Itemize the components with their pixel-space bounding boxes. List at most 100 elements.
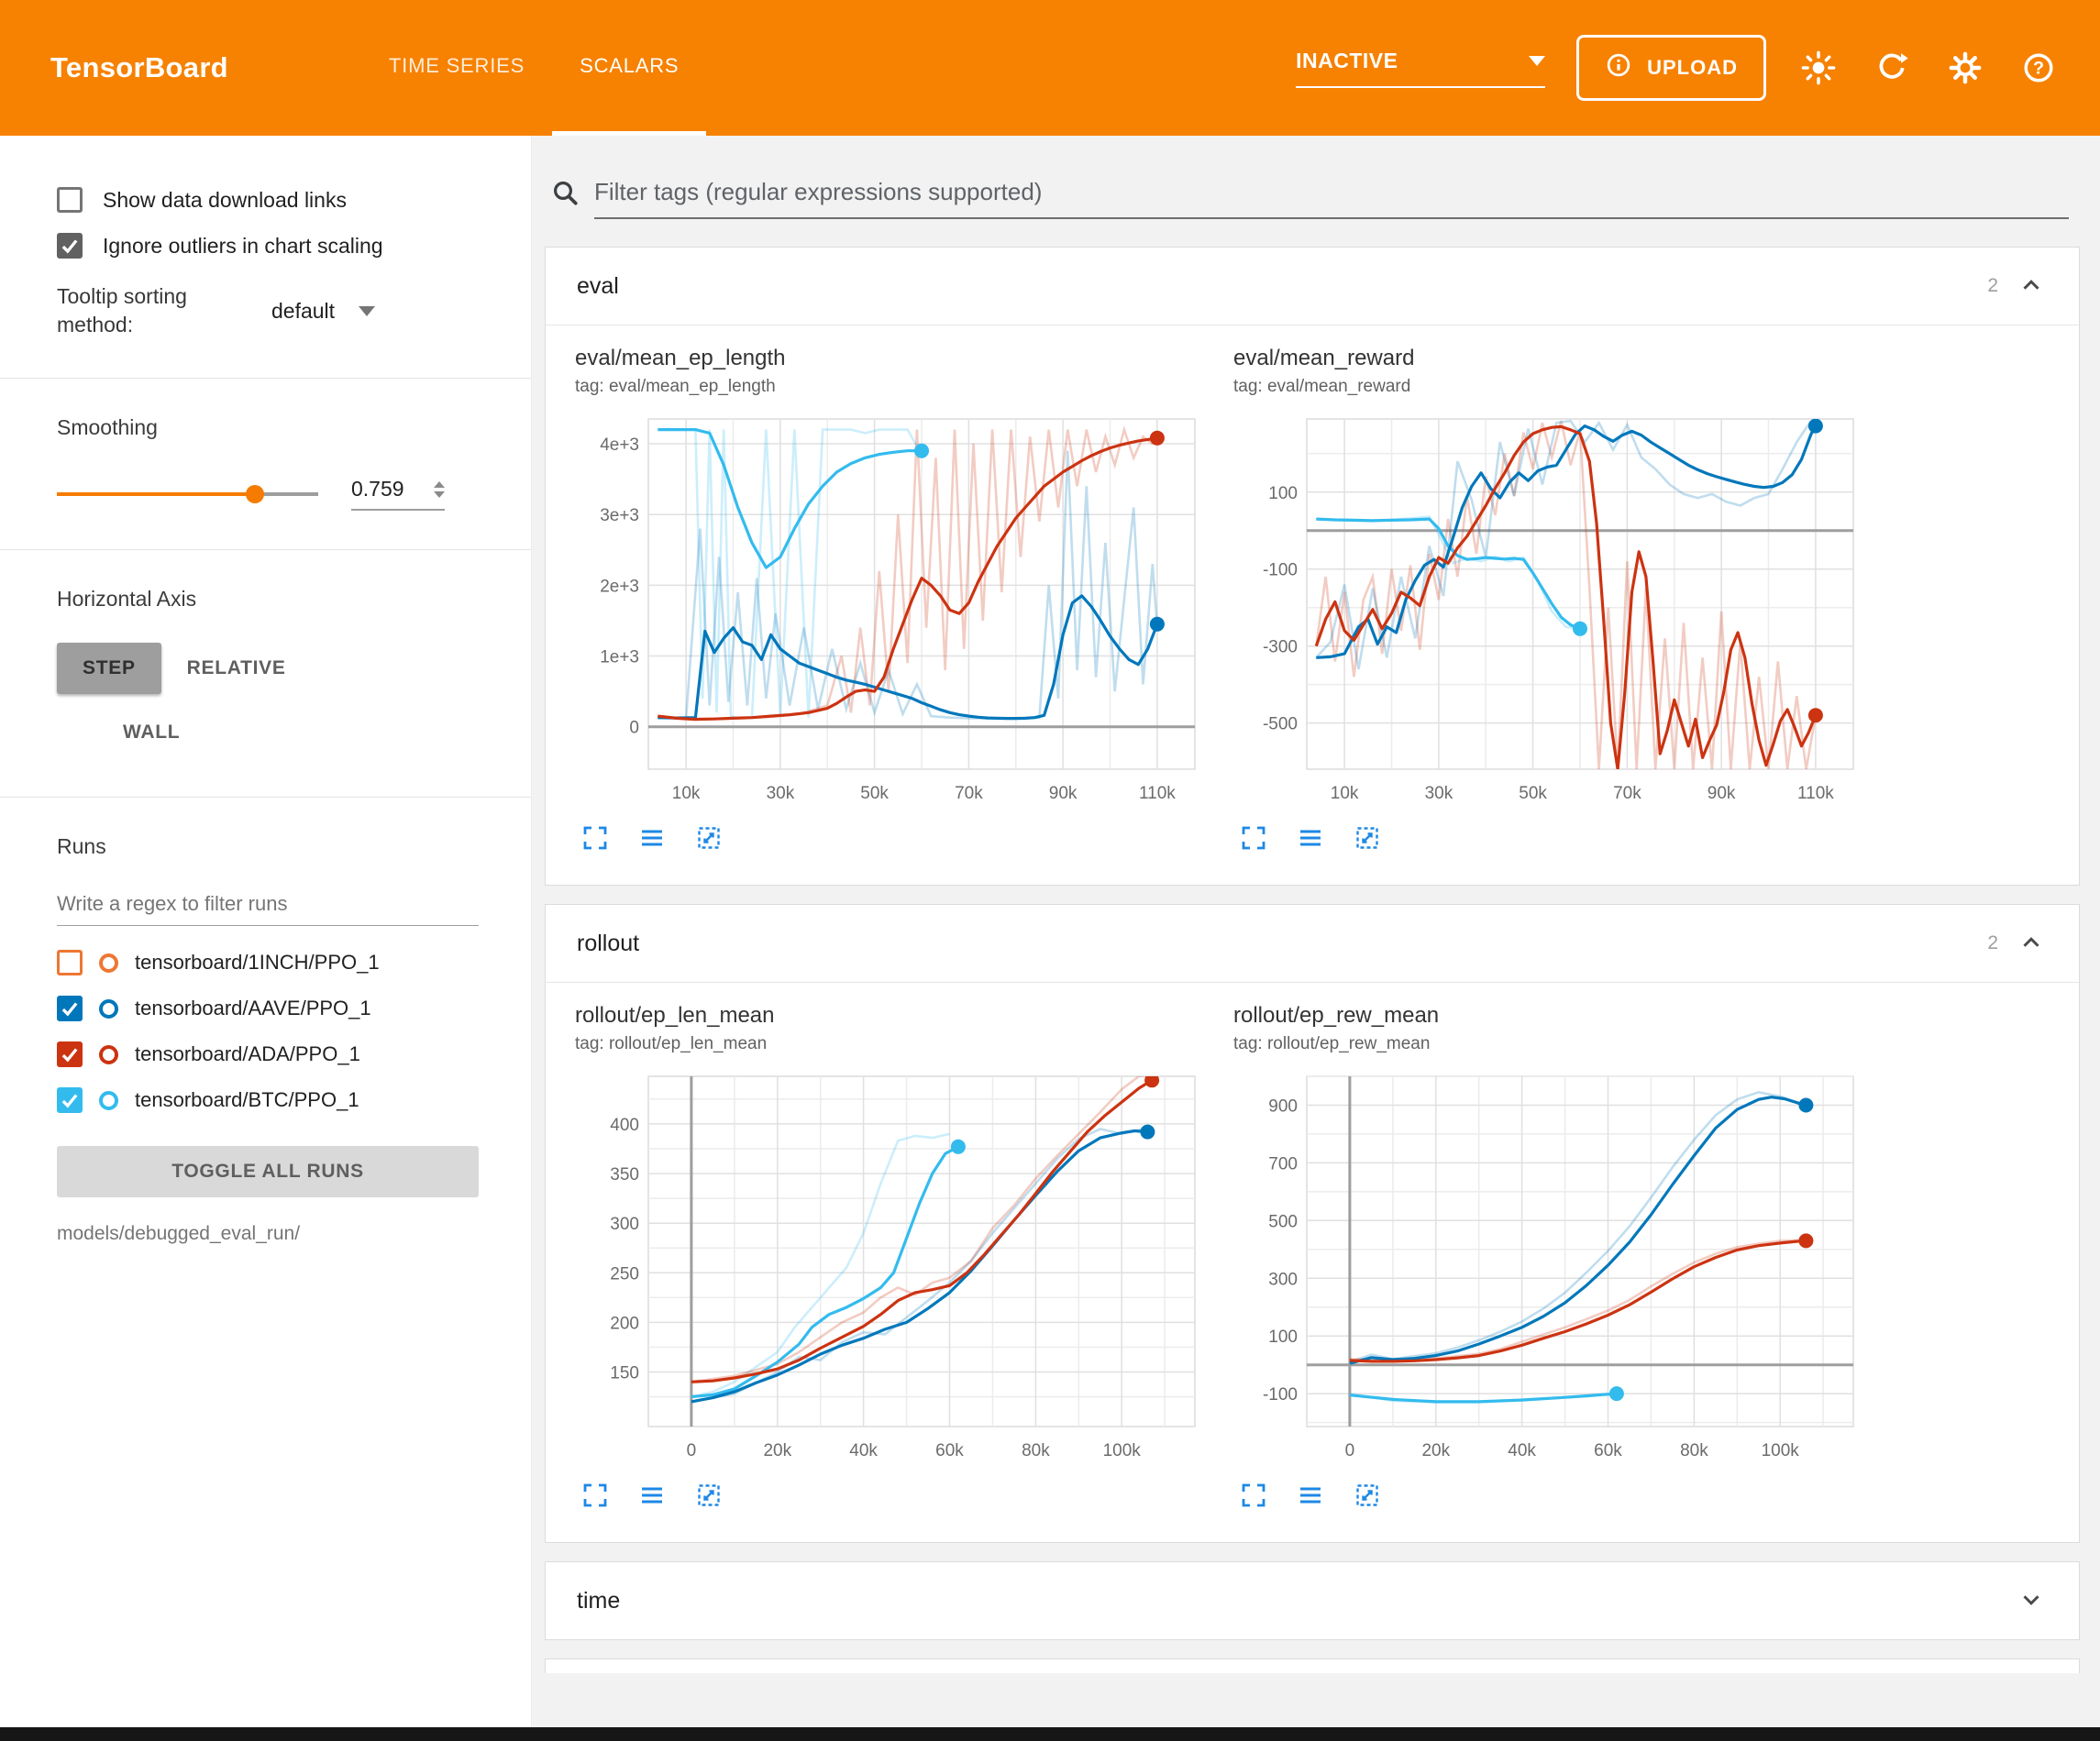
ignore-outliers-checkbox[interactable]	[57, 233, 83, 259]
show-download-links-label: Show data download links	[103, 188, 347, 213]
toggle-all-runs-button[interactable]: TOGGLE ALL RUNS	[57, 1146, 479, 1197]
tooltip-sorting-row: Tooltip sorting method: default	[57, 282, 494, 339]
collapse-section-button[interactable]	[2015, 270, 2048, 303]
chart-plot[interactable]: 10k30k50k70k90k110k01e+32e+33e+34e+3	[575, 408, 1208, 811]
show-download-links-checkbox[interactable]	[57, 187, 83, 213]
tag-filter-input[interactable]	[594, 171, 2069, 219]
smoothing-slider[interactable]	[57, 485, 318, 503]
svg-text:80k: 80k	[1022, 1441, 1050, 1460]
section-eval-header[interactable]: eval 2	[546, 248, 2079, 325]
chart-plot[interactable]: 020k40k60k80k100k900700500300100-100	[1233, 1065, 1866, 1469]
tab-time-series[interactable]: TIME SERIES	[361, 0, 552, 136]
slider-thumb[interactable]	[246, 485, 264, 503]
chart-eval-mean-reward: eval/mean_reward tag: eval/mean_reward 1…	[1233, 346, 1866, 857]
svg-text:300: 300	[1268, 1270, 1298, 1289]
collapse-section-button[interactable]	[2015, 927, 2048, 960]
svg-text:?: ?	[2033, 59, 2044, 79]
svg-text:80k: 80k	[1680, 1441, 1708, 1460]
search-icon	[550, 178, 580, 212]
runs-selector-button[interactable]	[632, 1478, 672, 1515]
nav-tabs: TIME SERIES SCALARS	[361, 0, 706, 136]
run-name: tensorboard/AAVE/PPO_1	[135, 997, 371, 1020]
svg-text:110k: 110k	[1139, 784, 1176, 803]
brightness-toggle-button[interactable]	[1797, 47, 1840, 89]
chart-title: rollout/ep_len_mean	[575, 1003, 1208, 1029]
upload-button[interactable]: UPLOAD	[1576, 35, 1766, 101]
run-row-aave[interactable]: tensorboard/AAVE/PPO_1	[57, 996, 494, 1021]
run-row-ada[interactable]: tensorboard/ADA/PPO_1	[57, 1041, 494, 1067]
runs-label: Runs	[57, 834, 494, 859]
fit-domain-button[interactable]	[689, 1478, 729, 1515]
run-checkbox[interactable]	[57, 996, 83, 1021]
runs-selector-button[interactable]	[1290, 821, 1331, 857]
slider-fill	[57, 492, 255, 496]
bottom-edge	[0, 1727, 2100, 1741]
expand-chart-button[interactable]	[1233, 821, 1274, 857]
fit-data-icon	[1354, 824, 1381, 852]
svg-text:100k: 100k	[1103, 1441, 1142, 1460]
expand-chart-button[interactable]	[1233, 1478, 1274, 1515]
axis-wall-button[interactable]: WALL	[97, 707, 205, 758]
run-checkbox[interactable]	[57, 1041, 83, 1067]
run-color-circle[interactable]	[99, 1091, 118, 1110]
fit-domain-button[interactable]	[689, 821, 729, 857]
axis-relative-button[interactable]: RELATIVE	[161, 643, 312, 694]
refresh-icon	[1874, 50, 1909, 85]
svg-text:10k: 10k	[672, 784, 701, 803]
run-checkbox[interactable]	[57, 950, 83, 975]
runs-selector-button[interactable]	[1290, 1478, 1331, 1515]
svg-text:60k: 60k	[1594, 1441, 1622, 1460]
tooltip-sorting-dropdown[interactable]: default	[271, 299, 375, 324]
svg-text:1e+3: 1e+3	[600, 648, 639, 667]
smoothing-value-input[interactable]: 0.759	[351, 477, 445, 511]
expand-chart-button[interactable]	[575, 1478, 615, 1515]
svg-text:90k: 90k	[1708, 784, 1736, 803]
svg-text:90k: 90k	[1049, 784, 1078, 803]
svg-text:0: 0	[1345, 1441, 1355, 1460]
show-download-links-row[interactable]: Show data download links	[57, 187, 494, 213]
help-button[interactable]: ?	[2017, 47, 2060, 89]
fit-data-icon	[695, 824, 723, 852]
fit-data-icon	[1354, 1482, 1381, 1509]
fit-domain-button[interactable]	[1347, 821, 1387, 857]
run-color-circle[interactable]	[99, 953, 118, 973]
section-rollout-header[interactable]: rollout 2	[546, 905, 2079, 983]
chart-plot[interactable]: 10k30k50k70k90k110k100-100-300-500	[1233, 408, 1866, 811]
fit-domain-button[interactable]	[1347, 1478, 1387, 1515]
runs-selector-button[interactable]	[632, 821, 672, 857]
svg-text:150: 150	[610, 1364, 639, 1383]
svg-text:250: 250	[610, 1264, 639, 1284]
run-checkbox[interactable]	[57, 1087, 83, 1113]
section-rollout: rollout 2 rollout/ep_len_mean tag: rollo…	[545, 904, 2080, 1543]
tab-scalars[interactable]: SCALARS	[552, 0, 706, 136]
run-row-btc[interactable]: tensorboard/BTC/PPO_1	[57, 1087, 494, 1113]
svg-text:-100: -100	[1263, 1385, 1298, 1405]
chart-plot[interactable]: 020k40k60k80k100k150200250300350400	[575, 1065, 1208, 1469]
svg-text:30k: 30k	[1425, 784, 1453, 803]
expand-section-button[interactable]	[2015, 1584, 2048, 1617]
run-color-circle[interactable]	[99, 999, 118, 1019]
expand-chart-button[interactable]	[575, 821, 615, 857]
divider	[0, 378, 531, 379]
header-actions: INACTIVE UPLOAD	[1296, 0, 2100, 136]
svg-text:500: 500	[1268, 1212, 1298, 1231]
axis-step-button[interactable]: STEP	[57, 643, 161, 694]
ignore-outliers-row[interactable]: Ignore outliers in chart scaling	[57, 233, 494, 259]
svg-text:900: 900	[1268, 1097, 1298, 1117]
runs-filter-input[interactable]	[57, 885, 479, 926]
svg-text:-300: -300	[1263, 638, 1298, 657]
chevron-up-icon	[2017, 271, 2045, 299]
fullscreen-icon	[1240, 1482, 1267, 1509]
run-color-circle[interactable]	[99, 1045, 118, 1064]
stepper-icon[interactable]	[434, 481, 445, 498]
section-time-header[interactable]: time	[546, 1562, 2079, 1639]
reload-button[interactable]	[1871, 47, 1913, 89]
section-eval: eval 2 eval/mean_ep_length tag: eval/mea…	[545, 247, 2080, 886]
svg-text:100: 100	[1268, 484, 1298, 503]
settings-button[interactable]	[1944, 47, 1986, 89]
svg-text:700: 700	[1268, 1154, 1298, 1174]
status-dropdown[interactable]: INACTIVE	[1296, 49, 1545, 88]
run-row-1inch[interactable]: tensorboard/1INCH/PPO_1	[57, 950, 494, 975]
svg-text:200: 200	[610, 1314, 639, 1333]
status-dropdown-value: INACTIVE	[1296, 49, 1398, 73]
